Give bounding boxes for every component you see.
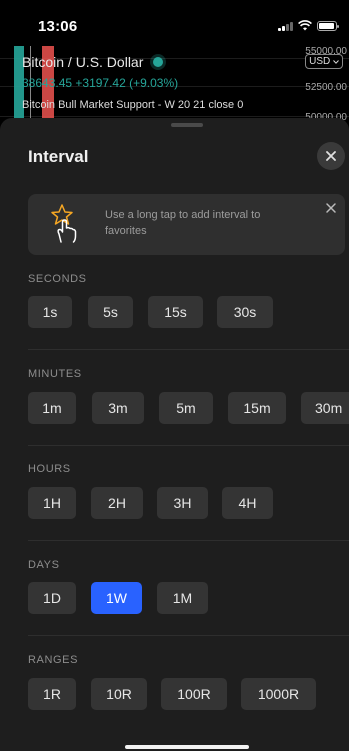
close-button[interactable]	[317, 142, 345, 170]
interval-option-3h[interactable]: 3H	[157, 487, 208, 519]
cellular-signal-icon	[278, 21, 293, 31]
status-time: 13:06	[38, 18, 78, 35]
sheet-title: Interval	[28, 147, 89, 166]
interval-option-5s[interactable]: 5s	[88, 296, 133, 328]
indicator-legend[interactable]: Bitcoin Bull Market Support - W 20 21 cl…	[22, 99, 243, 111]
sheet-grabber[interactable]	[171, 123, 203, 127]
section-divider	[28, 635, 349, 636]
section-label-hours: HOURS	[28, 463, 71, 475]
dismiss-tip-icon[interactable]	[324, 201, 338, 215]
chevron-down-icon	[333, 60, 339, 64]
interval-option-1w[interactable]: 1W	[91, 582, 142, 614]
status-icons	[278, 20, 339, 31]
interval-option-30m[interactable]: 30m	[301, 392, 349, 424]
section-label-days: DAYS	[28, 559, 60, 571]
section-label-seconds: SECONDS	[28, 273, 87, 285]
favorites-tip-card: Use a long tap to add interval to favori…	[28, 194, 345, 255]
chart-background: Bitcoin / U.S. Dollar 38643.45 +3197.42 …	[0, 46, 349, 126]
symbol-name: Bitcoin / U.S. Dollar	[22, 54, 144, 70]
currency-label: USD	[309, 56, 331, 67]
interval-option-1h[interactable]: 1H	[28, 487, 76, 519]
price-change: 38643.45 +3197.42 (+9.03%)	[22, 76, 179, 90]
section-divider	[28, 540, 349, 541]
home-indicator[interactable]	[125, 745, 249, 749]
status-bar: 13:06	[0, 0, 349, 46]
interval-option-4h[interactable]: 4H	[222, 487, 273, 519]
interval-option-30s[interactable]: 30s	[217, 296, 273, 328]
interval-option-3m[interactable]: 3m	[92, 392, 144, 424]
tip-text: Use a long tap to add interval to favori…	[105, 209, 261, 237]
wifi-icon	[298, 20, 312, 31]
price-axis-label: 52500.00	[305, 82, 347, 93]
interval-option-1000r[interactable]: 1000R	[241, 678, 316, 710]
interval-option-15m[interactable]: 15m	[228, 392, 286, 424]
interval-option-1r[interactable]: 1R	[28, 678, 76, 710]
section-label-minutes: MINUTES	[28, 368, 82, 380]
market-open-indicator	[153, 57, 164, 67]
symbol-title[interactable]: Bitcoin / U.S. Dollar	[22, 54, 164, 70]
interval-option-10r[interactable]: 10R	[91, 678, 147, 710]
interval-option-100r[interactable]: 100R	[161, 678, 227, 710]
interval-option-15s[interactable]: 15s	[148, 296, 203, 328]
section-divider	[28, 445, 349, 446]
interval-option-2h[interactable]: 2H	[91, 487, 143, 519]
close-icon	[326, 151, 336, 161]
interval-sheet: Interval Use a long tap to add interval …	[0, 118, 349, 751]
interval-option-1d[interactable]: 1D	[28, 582, 76, 614]
interval-option-1m-month[interactable]: 1M	[157, 582, 208, 614]
section-divider	[28, 349, 349, 350]
interval-option-1s[interactable]: 1s	[28, 296, 72, 328]
battery-icon	[317, 20, 339, 31]
hand-tap-star-icon	[51, 204, 77, 243]
interval-option-1m[interactable]: 1m	[28, 392, 76, 424]
currency-selector[interactable]: USD	[305, 54, 343, 69]
interval-option-5m[interactable]: 5m	[159, 392, 213, 424]
section-label-ranges: RANGES	[28, 654, 79, 666]
